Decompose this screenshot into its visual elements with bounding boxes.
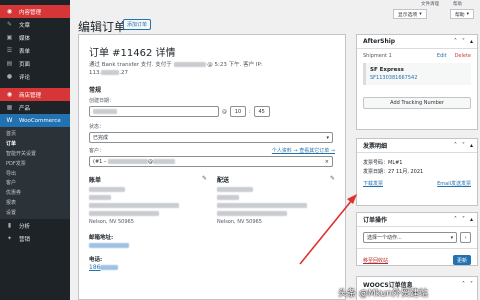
watermark: 头条 @Mkun外贸建站: [338, 289, 428, 299]
annotation-arrow: [299, 194, 357, 265]
